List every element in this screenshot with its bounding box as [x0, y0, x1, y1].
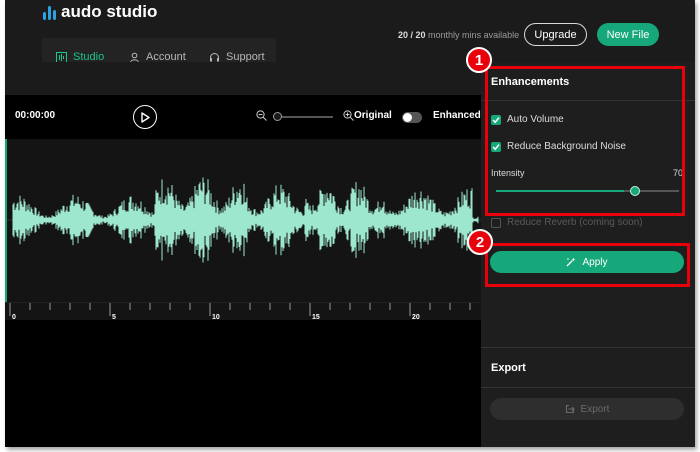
player-toolbar: 00:00:00 Original Enhanced — [5, 95, 481, 139]
export-icon — [565, 404, 575, 414]
minutes-available: 20 / 20 monthly mins available — [398, 30, 519, 40]
zoom-out-icon[interactable] — [256, 110, 267, 121]
track-empty-area — [5, 320, 481, 447]
highlight-box-enhancements — [485, 66, 685, 216]
step-badge-1: 1 — [466, 47, 492, 73]
reduce-reverb-option: Reduce Reverb (coming soon) — [491, 217, 643, 228]
export-title: Export — [491, 362, 526, 374]
waveform-graphic — [5, 177, 481, 263]
enhanced-label: Enhanced — [433, 110, 481, 121]
waveform-path — [12, 177, 479, 263]
minutes-text: monthly mins available — [428, 30, 520, 40]
waveform[interactable] — [5, 139, 481, 302]
new-file-button[interactable]: New File — [597, 23, 659, 46]
divider — [481, 347, 695, 348]
zoom-in-icon[interactable] — [343, 110, 354, 121]
editor-area: 00:00:00 Original Enhanced 0 5 10 15 20 — [5, 62, 481, 447]
zoom-slider-track[interactable] — [273, 116, 333, 118]
reduce-reverb-checkbox — [491, 217, 501, 228]
timeline-ruler[interactable]: 0 5 10 15 20 — [5, 302, 481, 321]
timeline-ticks: 0 5 10 15 20 — [9, 303, 471, 321]
original-label: Original — [354, 110, 392, 121]
enhanced-toggle[interactable] — [402, 112, 422, 123]
export-button[interactable]: Export — [490, 398, 684, 420]
app-window: audo studio 20 / 20 monthly mins availab… — [5, 0, 695, 447]
studio-icon — [56, 51, 67, 63]
play-button[interactable] — [133, 105, 157, 129]
headset-icon — [210, 52, 219, 61]
upgrade-button[interactable]: Upgrade — [524, 23, 587, 46]
playback-time: 00:00:00 — [15, 110, 56, 121]
reduce-reverb-label: Reduce Reverb (coming soon) — [507, 217, 643, 228]
app-logo[interactable]: audo studio — [43, 2, 157, 22]
highlight-box-apply — [485, 243, 690, 287]
user-icon — [130, 52, 139, 63]
logo-text: audo studio — [61, 2, 158, 21]
step-badge-2: 2 — [467, 229, 493, 255]
divider — [481, 387, 695, 388]
export-label: Export — [580, 403, 610, 415]
minutes-count: 20 / 20 — [398, 30, 426, 40]
logo-bars-icon — [43, 4, 56, 20]
zoom-slider-handle[interactable] — [273, 112, 282, 121]
play-icon — [141, 111, 150, 123]
playhead[interactable] — [5, 139, 7, 302]
